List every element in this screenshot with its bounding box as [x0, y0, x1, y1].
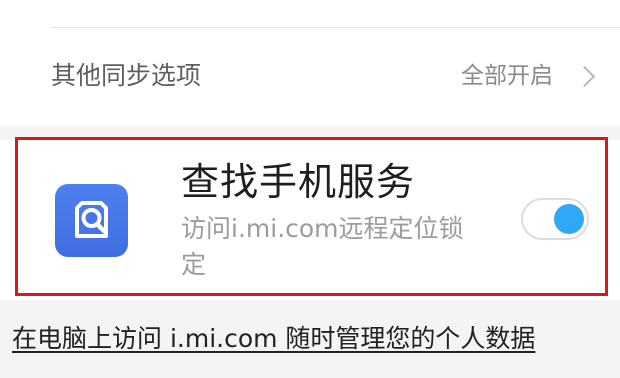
find-device-title: 查找手机服务: [181, 160, 416, 204]
find-device-toggle[interactable]: [521, 198, 589, 240]
other-sync-options-value: 全部开启: [461, 63, 553, 89]
other-sync-options-label: 其他同步选项: [51, 61, 202, 90]
chevron-right-icon: [573, 65, 596, 88]
section-divider: [0, 126, 620, 140]
toggle-knob: [554, 204, 584, 234]
find-device-description: 访问i.mi.com远程定位锁定: [181, 214, 464, 279]
imi-web-link[interactable]: 在电脑上访问 i.mi.com 随时管理您的个人数据: [12, 321, 535, 357]
other-sync-options-row[interactable]: 其他同步选项 全部开启: [0, 28, 620, 126]
find-device-search-icon: [75, 201, 108, 238]
find-device-app-icon: [55, 184, 128, 257]
